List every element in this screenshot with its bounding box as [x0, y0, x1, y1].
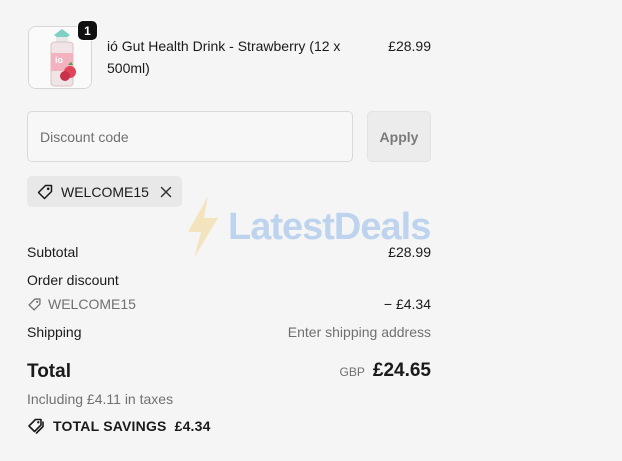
shipping-label: Shipping [27, 324, 82, 340]
product-image-label: io [55, 55, 63, 65]
product-name: ió Gut Health Drink - Strawberry (12 x 5… [107, 38, 341, 76]
savings-label: TOTAL SAVINGS [53, 418, 167, 434]
savings-value: £4.34 [174, 418, 211, 434]
total-label: Total [27, 360, 71, 382]
apply-button[interactable]: Apply [367, 111, 431, 162]
quantity-badge: 1 [77, 20, 98, 41]
discount-code-label: WELCOME15 [48, 296, 136, 312]
subtotal-value: £28.99 [388, 244, 431, 260]
product-price: £28.99 [388, 38, 431, 54]
discount-detail-row: WELCOME15 − £4.34 [27, 294, 431, 314]
applied-code-label: WELCOME15 [61, 183, 149, 200]
subtotal-label: Subtotal [27, 244, 79, 260]
total-value: £24.65 [372, 360, 431, 381]
tags-icon [27, 417, 45, 435]
tax-note: Including £4.11 in taxes [27, 391, 174, 407]
order-discount-label: Order discount [27, 272, 119, 288]
applied-discount-chip: WELCOME15 [27, 176, 182, 207]
close-icon[interactable] [159, 185, 173, 199]
total-row: Total GBP £24.65 [27, 361, 431, 382]
shipping-value: Enter shipping address [287, 324, 431, 340]
checkout-summary: io 1 ió Gut Health Drink - Strawberry (1… [0, 0, 622, 461]
tag-icon [36, 183, 54, 201]
tag-icon [27, 297, 42, 312]
discount-value: − £4.34 [383, 296, 431, 312]
shipping-row: Shipping Enter shipping address [27, 322, 431, 342]
order-discount-row: Order discount [27, 270, 431, 290]
discount-code-input[interactable] [27, 111, 353, 162]
currency-code: GBP [339, 365, 365, 379]
subtotal-row: Subtotal £28.99 [27, 242, 431, 262]
total-savings: TOTAL SAVINGS £4.34 [27, 417, 211, 435]
